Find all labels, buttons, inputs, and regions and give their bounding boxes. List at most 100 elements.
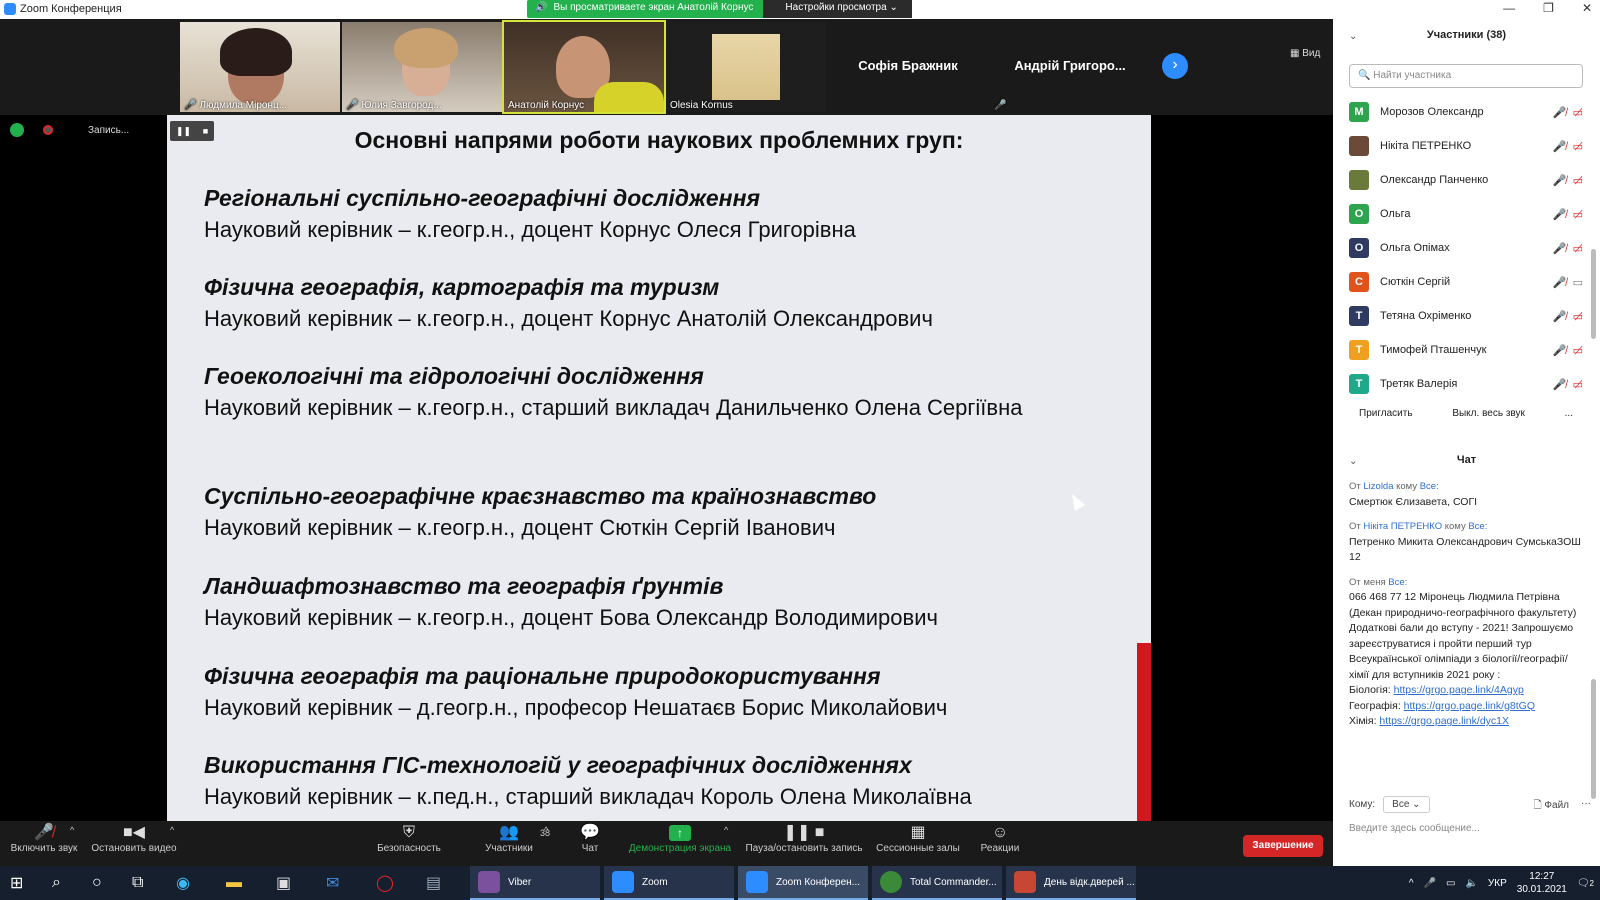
participant-row[interactable]: M Морозов Олександр 🎤̸ ▭̸ (1349, 95, 1583, 129)
security-button[interactable]: ⛨ Безопасность (376, 823, 442, 854)
clock[interactable]: 12:27 30.01.2021 (1517, 870, 1567, 896)
participant-row[interactable]: O Ольга Опімах 🎤̸ ▭̸ (1349, 231, 1583, 265)
chat-scrollbar[interactable] (1591, 679, 1596, 799)
stop-recording-icon[interactable]: ■ (203, 126, 208, 136)
chat-button[interactable]: 💬 Чат (575, 823, 605, 854)
participant-row[interactable]: T Тетяна Охріменко 🎤̸ ▭̸ (1349, 299, 1583, 333)
participant-row[interactable]: C Сюткін Сергій 🎤̸ ▭ (1349, 265, 1583, 299)
view-options-dropdown[interactable]: Настройки просмотра ⌄ (763, 0, 912, 18)
video-tile[interactable]: Андрій Григоро... 🎤 (990, 22, 1150, 112)
zoom-app-icon (4, 3, 16, 15)
participant-row[interactable]: T Тимофей Пташенчук 🎤̸ ▭̸ (1349, 333, 1583, 367)
next-page-arrow-icon[interactable]: › (1162, 53, 1188, 79)
section-heading: Геоекологічні та гідрологічні дослідженн… (204, 363, 704, 389)
chat-more-button[interactable]: ··· (1581, 798, 1591, 809)
mute-all-button[interactable]: Выкл. весь звук (1444, 405, 1533, 422)
participants-caret-icon[interactable]: ^ (544, 825, 548, 835)
participant-row[interactable]: T Третяк Валерія 🎤̸ ▭̸ (1349, 367, 1583, 401)
slide-section: Фізична географія, картографія та туризм… (204, 274, 1104, 334)
file-icon: 🗋 (1533, 800, 1545, 811)
share-screen-button[interactable]: ↑ Демонстрация экрана (628, 823, 732, 854)
shield-icon: ⛨ (402, 824, 415, 841)
invite-button[interactable]: Пригласить (1351, 405, 1421, 422)
participants-scrollbar[interactable] (1591, 249, 1596, 339)
chat-link[interactable]: https://grgo.page.link/g8tGQ (1404, 700, 1535, 712)
slide-section: Ландшафтознавство та географія ґрунтів Н… (204, 573, 1104, 633)
video-tile[interactable]: Olesia Kornus (666, 22, 826, 112)
participant-list: M Морозов Олександр 🎤̸ ▭̸ Нікіта ПЕТРЕНКО… (1349, 95, 1583, 401)
video-tile[interactable]: 🎤 Юлия Завгород... (342, 22, 502, 112)
share-caret-icon[interactable]: ^ (724, 825, 728, 835)
calculator-taskbar-icon[interactable]: ▤ (426, 866, 441, 900)
section-supervisor: Науковий керівник – к.пед.н., старший ви… (204, 784, 972, 809)
viber-icon (478, 871, 500, 893)
participant-video-shirt (594, 82, 664, 112)
store-taskbar-icon[interactable]: ▣ (276, 866, 291, 900)
network-icon[interactable]: ▭ (1446, 878, 1455, 889)
chat-link[interactable]: https://grgo.page.link/dyc1X (1379, 715, 1509, 727)
pause-stop-recording-button[interactable]: ❚❚ ■ Пауза/остановить запись (745, 823, 863, 854)
file-explorer-taskbar-icon[interactable]: ▬ (226, 866, 242, 900)
microphone-icon[interactable]: 🎤 (1424, 878, 1436, 889)
video-tile-active-speaker[interactable]: Анатолій Корнус (502, 20, 666, 114)
mail-taskbar-icon[interactable]: ✉ (326, 866, 339, 900)
recipient-select[interactable]: Все ⌄ (1383, 796, 1430, 813)
breakout-rooms-button[interactable]: ▦ Сессионные залы (876, 823, 960, 854)
chat-message: От Lizolda кому Все: Смертюк Єлизавета, … (1349, 479, 1581, 510)
file-button[interactable]: 🗋 Файл (1534, 798, 1569, 815)
search-button[interactable]: ⌕ (52, 866, 61, 900)
video-tile-name: Анатолій Корнус (508, 100, 585, 111)
reactions-button[interactable]: ☺ Реакции (980, 823, 1020, 854)
taskbar-app-total-commander[interactable]: Total Commander... (872, 866, 1002, 900)
chat-link[interactable]: https://grgo.page.link/4Agyp (1394, 684, 1524, 696)
video-tile[interactable]: Софія Бражник (828, 22, 988, 112)
participant-name: Третяк Валерія (1380, 378, 1458, 390)
language-indicator[interactable]: УКР (1488, 878, 1507, 889)
participant-row[interactable]: Олександр Панченко 🎤̸ ▭̸ (1349, 163, 1583, 197)
audio-options-caret-icon[interactable]: ^ (70, 825, 74, 835)
taskbar-app-zoom[interactable]: Zoom (604, 866, 734, 900)
slide-section: Фізична географія та раціональне природо… (204, 663, 1104, 723)
chat-message-input[interactable]: Введите здесь сообщение... (1349, 823, 1589, 834)
close-button[interactable]: ✕ (1582, 1, 1592, 15)
video-off-icon: ▭̸ (1572, 140, 1583, 153)
start-button[interactable]: ⊞ (10, 866, 23, 900)
end-meeting-button[interactable]: Завершение (1243, 835, 1323, 857)
section-supervisor: Науковий керівник – к.геогр.н., доцент К… (204, 217, 856, 242)
participant-search-input[interactable]: 🔍 Найти участника (1349, 64, 1583, 88)
cortana-button[interactable]: ○ (92, 866, 102, 900)
more-options-button[interactable]: ... (1557, 405, 1581, 422)
section-supervisor: Науковий керівник – к.геогр.н., доцент С… (204, 515, 836, 540)
share-arrow-icon: ↑ (669, 825, 691, 841)
avatar: T (1349, 306, 1369, 326)
grid-icon: ▦ (1290, 48, 1303, 59)
slide-section: Суспільно-географічне краєзнавство та кр… (204, 483, 1104, 543)
view-button[interactable]: ▦ Вид (1290, 48, 1320, 59)
taskbar-app-powerpoint[interactable]: День відк.дверей ... (1006, 866, 1136, 900)
participant-row[interactable]: O Ольга 🎤̸ ▭̸ (1349, 197, 1583, 231)
video-options-caret-icon[interactable]: ^ (170, 825, 174, 835)
notifications-icon[interactable]: 🗨2 (1577, 878, 1594, 889)
slide-red-accent-bar (1137, 643, 1151, 821)
task-view-button[interactable]: ⧉ (132, 866, 143, 900)
video-on-icon: ▭ (1572, 276, 1583, 289)
slide-title: Основні напрями роботи наукових проблемн… (354, 127, 964, 153)
video-gallery-strip: 🎤 Людмила Міронц... 🎤 Юлия Завгород... Ана… (0, 19, 1333, 115)
minimize-button[interactable]: — (1503, 1, 1515, 15)
mic-muted-icon: 🎤̸ (1552, 174, 1567, 187)
taskbar-app-viber[interactable]: Viber (470, 866, 600, 900)
meeting-toolbar: 🎤̸ Включить звук ^ ■◀ Остановить видео ^ ⛨… (0, 821, 1333, 866)
volume-icon[interactable]: 🔈 (1465, 878, 1477, 889)
opera-taskbar-icon[interactable]: ◯ (376, 866, 394, 900)
video-tile-mic: 🎤 (994, 100, 1009, 111)
stop-video-button[interactable]: ■◀ Остановить видео (90, 823, 178, 854)
taskbar-app-zoom-meeting[interactable]: Zoom Конферен... (738, 866, 868, 900)
participant-row[interactable]: Нікіта ПЕТРЕНКО 🎤̸ ▭̸ (1349, 129, 1583, 163)
restore-button[interactable]: ❐ (1543, 1, 1554, 15)
participants-button[interactable]: 👥 38 Участники (478, 823, 550, 854)
tray-expand-icon[interactable]: ^ (1409, 878, 1414, 889)
video-off-icon: ▭̸ (1572, 378, 1583, 391)
edge-taskbar-icon[interactable]: ◉ (176, 866, 190, 900)
pause-recording-icon[interactable]: ❚❚ (176, 126, 191, 137)
video-tile[interactable]: 🎤 Людмила Міронц... (180, 22, 340, 112)
